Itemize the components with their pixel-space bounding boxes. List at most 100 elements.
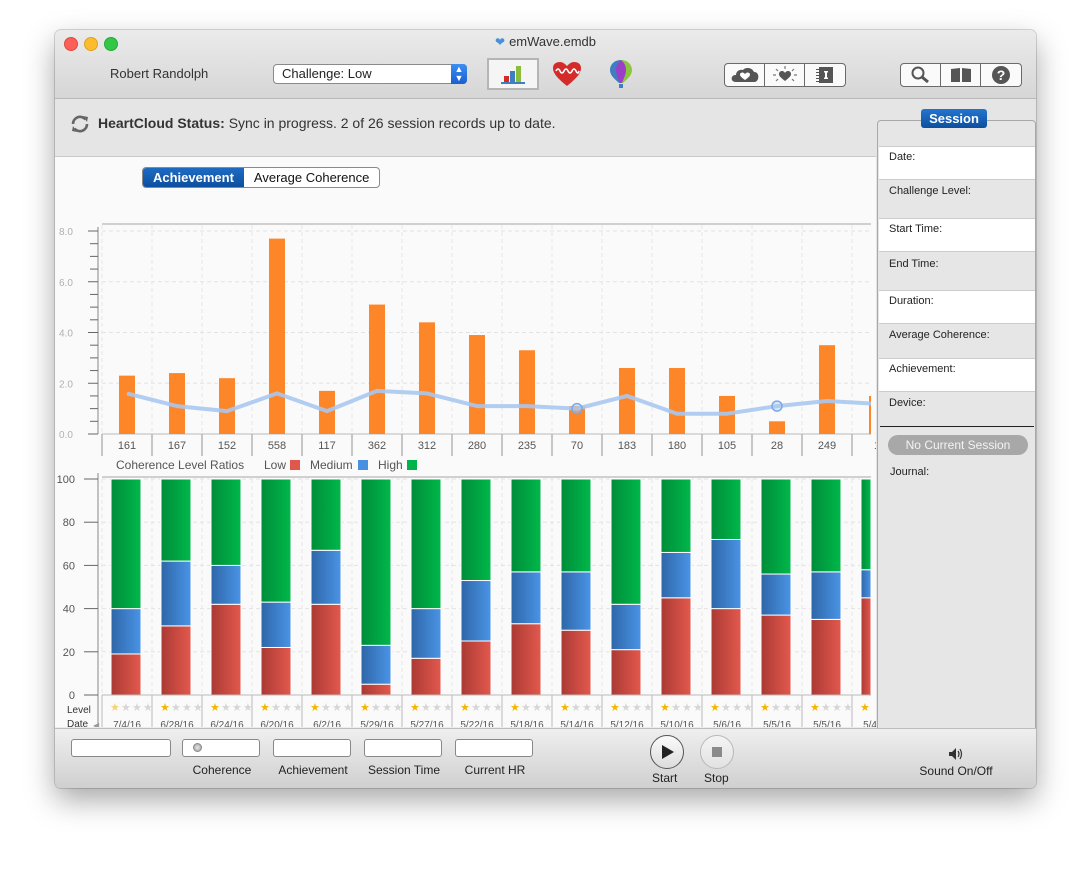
x-tick-label: 161 — [118, 440, 136, 452]
level-star-icon: ★ — [710, 702, 720, 714]
challenge-select-value: Challenge: Low — [282, 66, 372, 81]
high-segment — [210, 478, 242, 566]
medium-segment — [360, 644, 392, 685]
high-segment — [760, 478, 792, 575]
level-star-icon: ★ — [771, 702, 781, 714]
date-label: 5/27/16 — [410, 720, 444, 727]
date-label: 5/10/16 — [660, 720, 694, 727]
x-tick-label: 117 — [318, 440, 336, 452]
x-tick-label: 312 — [418, 440, 436, 452]
low-segment — [210, 603, 242, 696]
coherence-indicator-icon — [193, 743, 202, 752]
progress-chart-view-button[interactable] — [487, 58, 539, 90]
balloon-icon — [610, 60, 632, 88]
session-time-label: Session Time — [367, 763, 441, 777]
legend-high-swatch — [407, 460, 417, 470]
level-star-icon: ★ — [421, 702, 431, 714]
y-tick-label: 20 — [63, 647, 75, 659]
high-segment — [360, 478, 392, 646]
legend-low-swatch — [290, 460, 300, 470]
y-tick-label: 2.0 — [59, 379, 73, 390]
medium-segment — [510, 571, 542, 625]
legend-title: Coherence Level Ratios — [116, 458, 244, 472]
heartcloud-status-bar: HeartCloud Status: Sync in progress. 2 o… — [55, 99, 876, 157]
date-row-label: Date — [67, 719, 89, 727]
level-star-icon: ★ — [810, 702, 820, 714]
app-window: ❤ emWave.emdb Robert Randolph Challenge: … — [55, 30, 1036, 788]
level-star-icon: ★ — [160, 702, 170, 714]
x-tick-label: 70 — [571, 440, 583, 452]
x-tick-label: 105 — [718, 440, 736, 452]
low-segment — [760, 614, 792, 696]
journal-button[interactable] — [805, 64, 845, 86]
x-tick-label: 235 — [518, 440, 536, 452]
start-button[interactable] — [650, 735, 684, 769]
date-label: 6/2/16 — [313, 720, 341, 727]
session-title: Session — [921, 109, 987, 128]
date-label: 5/12/16 — [610, 720, 644, 727]
level-star-icon: ★ — [732, 702, 742, 714]
x-tick-label: 152 — [218, 440, 236, 452]
control-bar: Coherence Achievement Session Time Curre… — [55, 728, 1036, 788]
medium-segment — [160, 560, 192, 627]
help-button[interactable]: ? — [981, 64, 1021, 86]
stop-button[interactable] — [700, 735, 734, 769]
date-label: 5/14/16 — [560, 720, 594, 727]
low-segment — [710, 608, 742, 696]
library-button[interactable] — [941, 64, 981, 86]
plot-background — [102, 225, 871, 434]
achievement-bar — [519, 350, 535, 434]
question-icon: ? — [992, 66, 1010, 84]
y-tick-label: 80 — [63, 517, 75, 529]
achievement-label: Achievement — [278, 763, 348, 777]
medium-segment — [710, 538, 742, 610]
cloud-heart-icon — [731, 67, 758, 82]
level-star-icon: ★ — [571, 702, 581, 714]
high-segment — [260, 478, 292, 603]
y-tick-label: 0 — [69, 690, 75, 702]
low-segment — [160, 625, 192, 696]
high-segment — [610, 478, 642, 605]
heartcloud-button[interactable] — [725, 64, 765, 86]
y-tick-label: 8.0 — [59, 227, 73, 238]
high-segment — [460, 478, 492, 582]
level-star-icon: ★ — [860, 702, 870, 714]
session-challenge-field: Challenge Level: — [889, 185, 971, 197]
x-tick-label: 558 — [268, 440, 286, 452]
legend-medium-label: Medium — [310, 458, 353, 472]
heart-rhythm-view-button[interactable] — [543, 58, 591, 90]
level-star-icon: ★ — [260, 702, 270, 714]
high-segment — [160, 478, 192, 562]
sync-icon[interactable] — [69, 113, 91, 135]
low-segment — [110, 653, 142, 696]
coherence-point-marker — [771, 400, 783, 412]
high-segment — [310, 478, 342, 551]
help-button-group: ? — [900, 63, 1022, 87]
level-star-icon: ★ — [332, 702, 342, 714]
level-star-icon: ★ — [460, 702, 470, 714]
high-segment — [810, 478, 842, 573]
sound-toggle[interactable]: Sound On/Off — [915, 747, 997, 778]
current-hr-label: Current HR — [464, 763, 526, 777]
achievement-bar — [419, 322, 435, 434]
coherence-point-marker — [571, 402, 583, 415]
level-star-icon: ★ — [582, 702, 592, 714]
inner-balance-button[interactable] — [765, 64, 805, 86]
coherence-ratio-chart: 020406080100★ ★ ★ ★7/4/16★ ★ ★ ★6/28/16★ ★ ★ ★6/2… — [57, 473, 876, 727]
start-label: Start — [652, 771, 678, 785]
date-label: 6/28/16 — [160, 720, 194, 727]
level-star-icon: ★ — [360, 702, 370, 714]
journal-label: Journal: — [890, 466, 930, 478]
legend-high-label: High — [378, 458, 403, 472]
play-icon — [662, 745, 674, 759]
y-tick-label: 40 — [63, 604, 75, 616]
level-star-icon: ★ — [832, 702, 842, 714]
status-text: HeartCloud Status: Sync in progress. 2 o… — [98, 115, 556, 131]
chevron-updown-icon: ▲ ▼ — [451, 64, 467, 84]
search-button[interactable] — [901, 64, 941, 86]
no-current-session-button[interactable]: No Current Session — [888, 435, 1028, 455]
challenge-select[interactable]: Challenge: Low ▲ ▼ — [273, 64, 467, 84]
balloon-view-button[interactable] — [597, 58, 645, 90]
coherence-label: Coherence — [192, 763, 252, 777]
medium-segment — [760, 573, 792, 616]
